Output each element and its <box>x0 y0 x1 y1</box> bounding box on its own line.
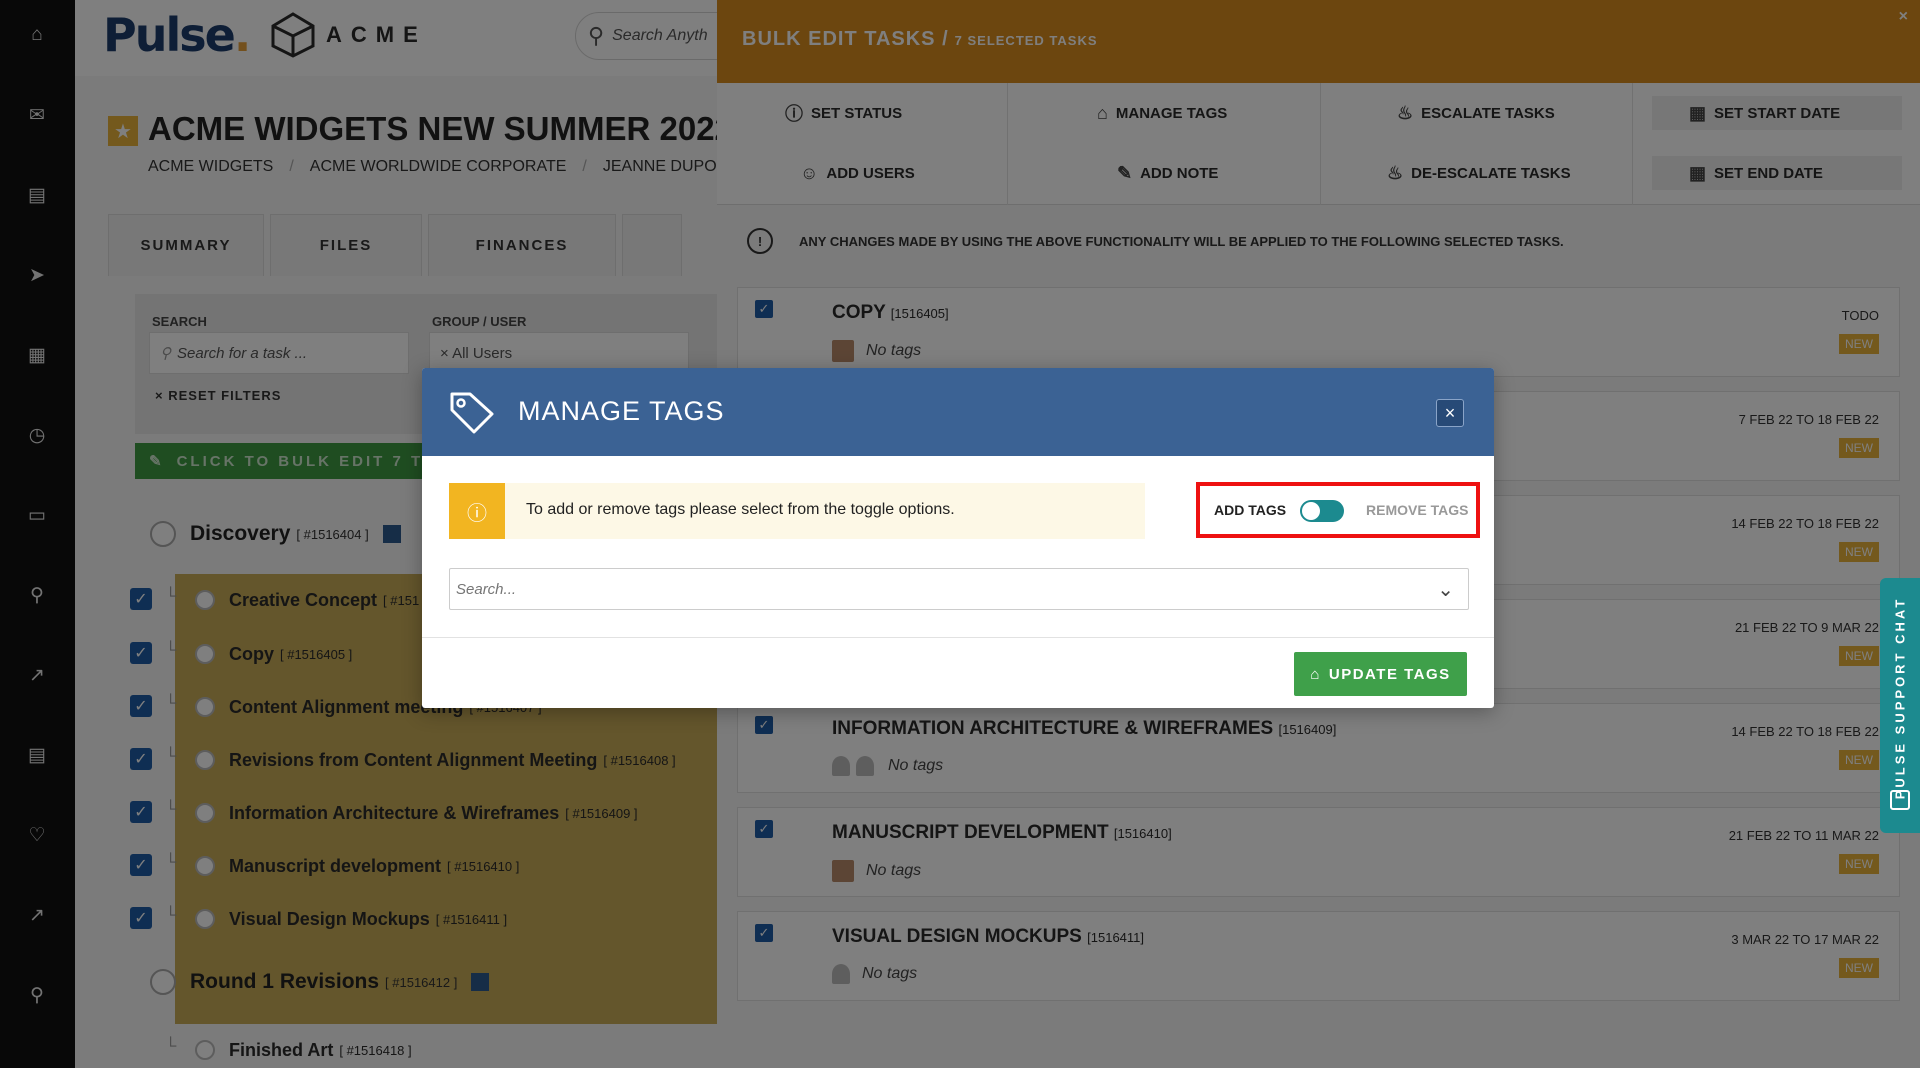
add-tags-label[interactable]: ADD TAGS <box>1214 502 1286 518</box>
info-banner: ⓘ To add or remove tags please select fr… <box>449 483 1145 539</box>
manage-tags-modal: MANAGE TAGS × ⓘ To add or remove tags pl… <box>422 368 1494 708</box>
update-tags-label: UPDATE TAGS <box>1328 665 1451 683</box>
modal-header: MANAGE TAGS × <box>422 368 1494 456</box>
info-icon: ⓘ <box>449 483 505 539</box>
update-tags-button[interactable]: ⌂ UPDATE TAGS <box>1294 652 1467 696</box>
support-chat-tab[interactable]: PULSE SUPPORT CHAT <box>1880 578 1920 833</box>
tag-search-select[interactable]: ⌄ <box>449 568 1469 610</box>
modal-divider <box>422 637 1494 638</box>
remove-tags-label[interactable]: REMOVE TAGS <box>1366 502 1468 518</box>
modal-title: MANAGE TAGS <box>518 396 725 426</box>
info-banner-text: To add or remove tags please select from… <box>526 501 955 518</box>
tag-icon: ⌂ <box>1310 665 1321 683</box>
tag-icon <box>450 392 494 434</box>
close-modal-button[interactable]: × <box>1436 399 1464 427</box>
tag-mode-toggle[interactable] <box>1300 500 1344 522</box>
support-chat-label: PULSE SUPPORT CHAT <box>1892 596 1908 800</box>
tag-mode-toggle-group: ADD TAGS REMOVE TAGS <box>1196 482 1480 538</box>
chevron-down-icon[interactable]: ⌄ <box>1437 577 1454 602</box>
tag-search-input[interactable] <box>450 569 1410 609</box>
chat-icon <box>1890 790 1910 810</box>
toggle-knob <box>1302 502 1320 520</box>
